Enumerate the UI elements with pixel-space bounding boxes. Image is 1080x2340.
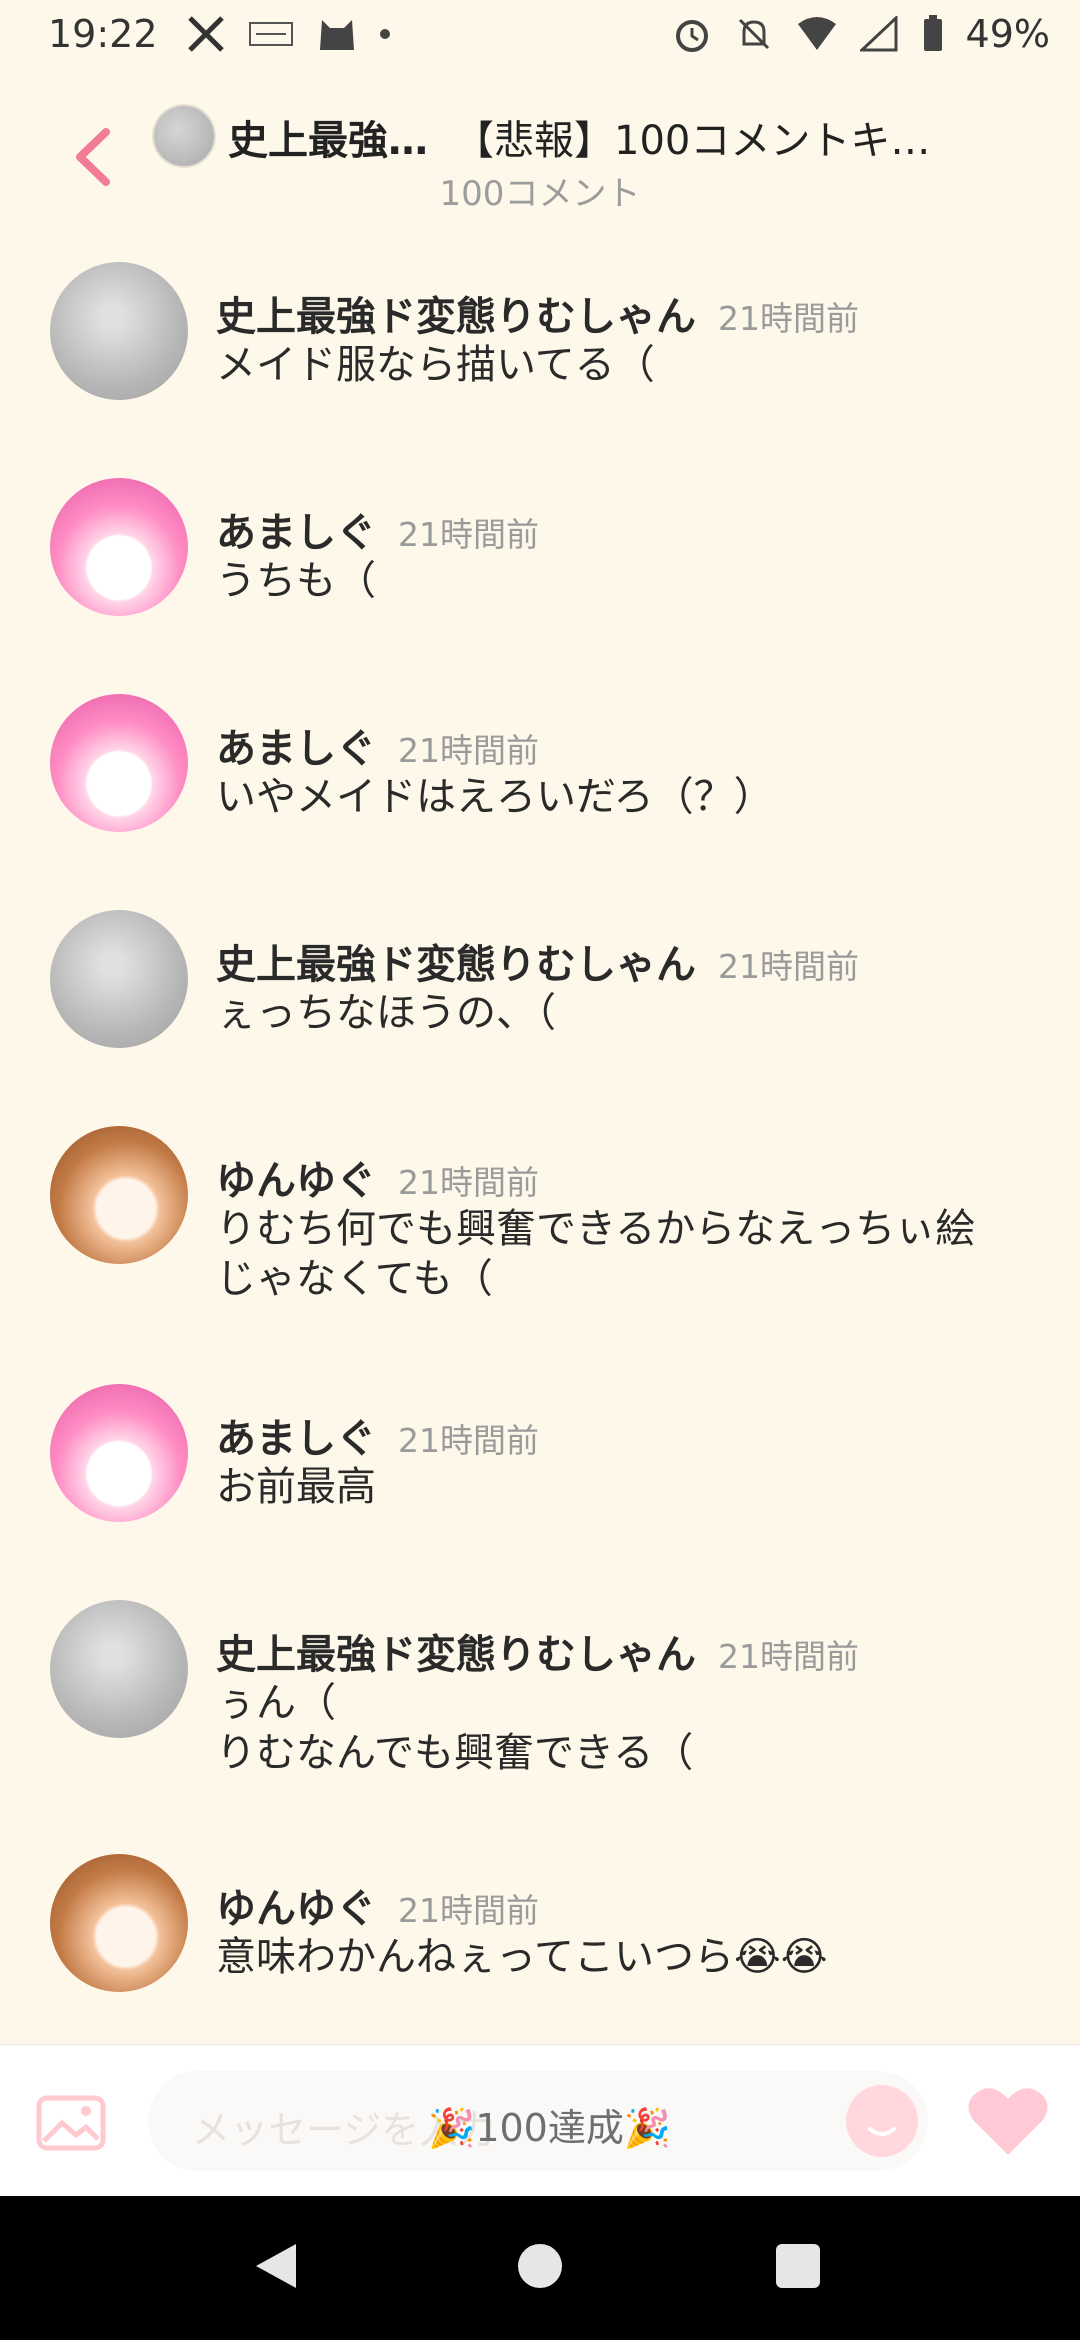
avatar[interactable] [50, 478, 188, 616]
heart-icon [968, 2088, 1048, 2155]
avatar[interactable] [50, 1126, 188, 1264]
comment-time: 21時間前 [398, 731, 539, 770]
comment-author[interactable]: ゆんゆぐ [216, 1158, 376, 1204]
avatar[interactable] [50, 910, 188, 1048]
nav-home-button[interactable] [518, 2244, 562, 2288]
smile-icon [868, 2127, 896, 2136]
signal-icon [859, 16, 898, 52]
comment-time: 21時間前 [398, 1891, 539, 1930]
status-bar: 19:22 49% [0, 0, 1080, 72]
milestone-banner: 🎉100達成🎉 [428, 2106, 672, 2150]
dot-icon [380, 29, 390, 39]
comment-time: 21時間前 [398, 515, 539, 554]
thread-title: 【悲報】100コメントキ… [454, 118, 931, 164]
nav-recents-button[interactable] [776, 2244, 820, 2288]
avatar[interactable] [50, 1600, 188, 1738]
nav-back-button[interactable] [252, 2240, 300, 2292]
comment-time: 21時間前 [718, 947, 859, 986]
comment-text: うちも（ [216, 558, 376, 604]
wifi-icon [797, 17, 836, 50]
battery-icon [923, 15, 942, 51]
comment-author[interactable]: あましぐ [216, 1416, 376, 1462]
comment-text: ぇっちなほうの、（ [216, 990, 556, 1036]
comment-text: 意味わかんねぇってこいつら😭😭 [216, 1934, 828, 1980]
avatar[interactable] [50, 1854, 188, 1992]
comment-text: りむち何でも興奮できるからなえっちぃ絵 じゃなくても（ [216, 1206, 976, 1302]
alarm-icon [675, 20, 708, 52]
thread-header: 史上最強… 【悲報】100コメントキ… 100コメント [0, 90, 1080, 220]
comment-text: いやメイドはえろいだろ（？） [216, 774, 774, 820]
system-icons: 49% [672, 12, 1050, 56]
stamp-button[interactable] [846, 2085, 918, 2157]
comment-time: 21時間前 [398, 1163, 539, 1202]
comment-author[interactable]: あましぐ [216, 510, 376, 556]
app-badge-icon [249, 22, 293, 46]
like-button[interactable] [966, 2081, 1050, 2161]
avatar[interactable] [50, 262, 188, 400]
comment-text: お前最高 [216, 1464, 376, 1510]
status-time: 19:22 [48, 12, 158, 56]
comment-author[interactable]: 史上最強ド変態りむしゃん [216, 942, 696, 988]
room-avatar[interactable] [152, 104, 216, 168]
message-input[interactable]: メッセージを入力 🎉100達成🎉 [148, 2071, 928, 2171]
x-logo-icon [188, 16, 224, 52]
comment-author[interactable]: 史上最強ド変態りむしゃん [216, 1632, 696, 1678]
avatar[interactable] [50, 1384, 188, 1522]
cat-icon [320, 20, 354, 50]
battery-percent: 49% [965, 12, 1050, 56]
comment-author[interactable]: 史上最強ド変態りむしゃん [216, 294, 696, 340]
system-nav-bar [0, 2196, 1080, 2340]
comment-time: 21時間前 [718, 299, 859, 338]
avatar[interactable] [50, 694, 188, 832]
comment-text: ぅん（ りむなんでも興奮できる（ [216, 1680, 694, 1776]
image-attach-button[interactable] [36, 2095, 106, 2151]
bell-off-icon [738, 18, 769, 50]
notification-icons [186, 14, 390, 54]
comment-text: メイド服なら描いてる（ [216, 342, 655, 388]
comment-count: 100コメント [439, 174, 641, 214]
image-icon [36, 2095, 106, 2151]
comment-author[interactable]: あましぐ [216, 726, 376, 772]
triangle-back-icon [256, 2244, 296, 2288]
message-input-bar: メッセージを入力 🎉100達成🎉 [0, 2044, 1080, 2197]
comment-author[interactable]: ゆんゆぐ [216, 1886, 376, 1932]
room-name: 史上最強… [228, 118, 428, 164]
header-title[interactable]: 史上最強… 【悲報】100コメントキ… [228, 108, 948, 166]
comment-time: 21時間前 [398, 1421, 539, 1460]
comment-time: 21時間前 [718, 1637, 859, 1676]
